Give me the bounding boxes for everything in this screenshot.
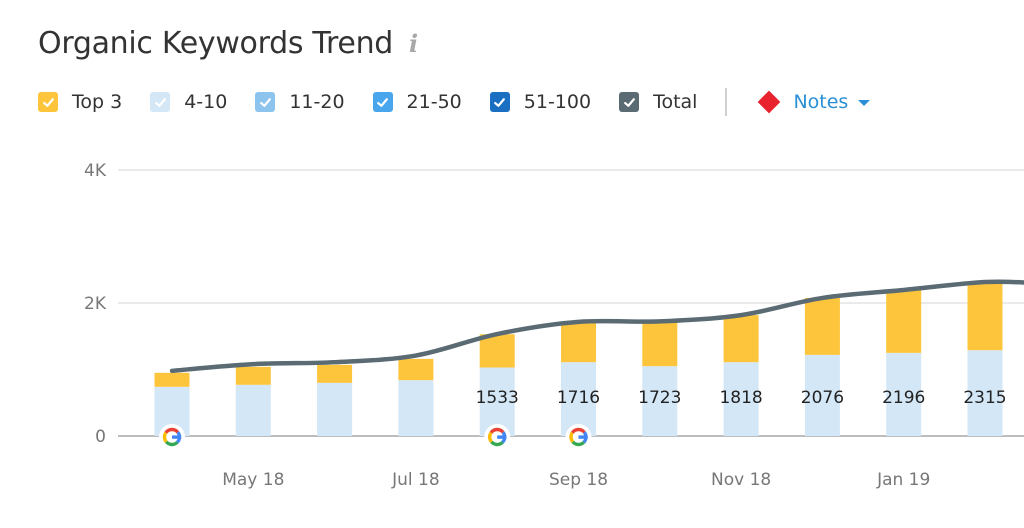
y-axis-ticks: 0 2K 4K <box>84 161 107 447</box>
bar-4-10 <box>235 384 271 436</box>
data-label: 1818 <box>719 388 762 408</box>
y-tick-label: 0 <box>95 427 106 447</box>
data-label: 2196 <box>882 388 925 408</box>
bar-4-10 <box>398 380 434 436</box>
data-labels: 1533 1716 1723 1818 2076 2196 2315 <box>476 388 1007 408</box>
bars <box>154 282 1003 436</box>
google-icon-arc <box>569 431 575 443</box>
bar-top-3 <box>154 372 190 387</box>
x-tick-label: May 18 <box>222 470 284 490</box>
y-tick-label: 2K <box>84 294 107 314</box>
x-tick-label: Sep 18 <box>549 470 608 490</box>
data-label: 1723 <box>638 388 681 408</box>
bar-top-3 <box>561 321 596 363</box>
bar-top-3 <box>967 282 1003 351</box>
chart-plot: 0 2K 4K 1533 1716 1723 1818 2076 2196 2315 May 1… <box>84 161 1024 490</box>
x-tick-label: Jan 19 <box>876 470 930 490</box>
bar-top-3 <box>398 358 434 381</box>
data-label: 1716 <box>557 388 600 408</box>
bar-top-3 <box>723 315 759 363</box>
google-icon-arc <box>162 431 168 443</box>
google-icon-arc <box>488 431 493 443</box>
bar-4-10 <box>317 382 353 436</box>
x-tick-label: Nov 18 <box>711 470 771 490</box>
google-icon-bar <box>172 435 182 439</box>
y-tick-label: 4K <box>84 161 107 181</box>
bar-top-3 <box>317 364 353 383</box>
bar-top-3 <box>886 289 922 353</box>
google-icon <box>159 424 185 450</box>
data-label: 1533 <box>476 388 519 408</box>
x-tick-label: Jul 18 <box>391 470 440 490</box>
google-icon-bar <box>578 435 588 439</box>
data-label: 2315 <box>963 388 1006 408</box>
bar-top-3 <box>642 321 678 367</box>
data-label: 2076 <box>801 388 844 408</box>
google-icon-bar <box>497 435 507 439</box>
google-icon <box>565 424 592 450</box>
x-axis-ticks: May 18 Jul 18 Sep 18 Nov 18 Jan 19 <box>222 470 930 490</box>
bar-top-3 <box>235 366 271 385</box>
bar-top-3 <box>804 297 840 355</box>
google-icon <box>484 424 511 450</box>
